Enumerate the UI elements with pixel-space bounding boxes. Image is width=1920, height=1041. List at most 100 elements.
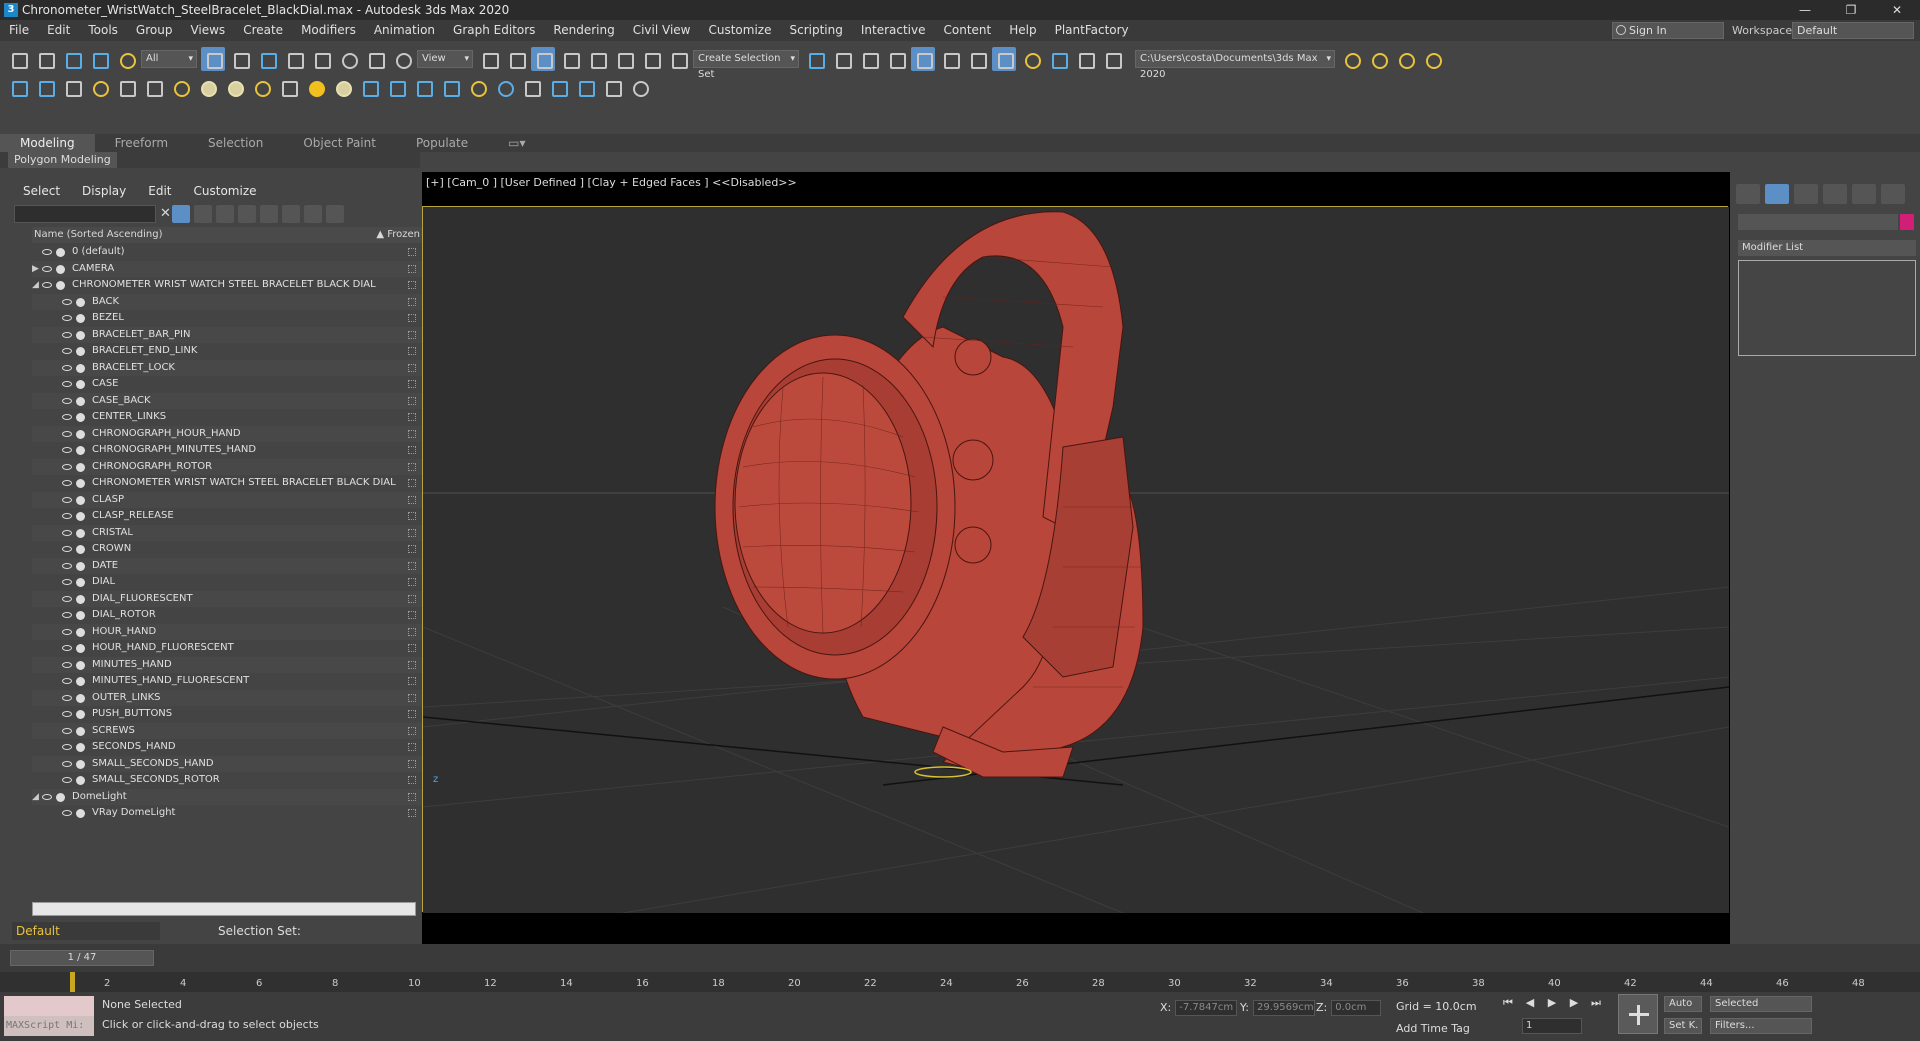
rendered-frame-window-icon[interactable] xyxy=(1046,47,1070,71)
render-production-icon[interactable] xyxy=(1073,47,1097,71)
visibility-eye-icon[interactable] xyxy=(62,678,72,684)
viewport-scene[interactable]: z xyxy=(422,207,1730,914)
freeze-toggle-icon[interactable] xyxy=(408,429,416,438)
tree-row[interactable]: CLASP xyxy=(32,491,426,508)
tree-row[interactable]: HOUR_HAND xyxy=(32,623,426,640)
vray-cone-icon[interactable] xyxy=(276,75,300,99)
visibility-eye-icon[interactable] xyxy=(62,546,72,552)
vray-ies-icon[interactable] xyxy=(114,75,138,99)
menu-help[interactable]: Help xyxy=(1000,20,1045,41)
prev-frame-icon[interactable]: ◀ xyxy=(1522,996,1538,1012)
vray-converter-icon[interactable] xyxy=(573,75,597,99)
tree-row[interactable]: HOUR_HAND_FLUORESCENT xyxy=(32,640,426,657)
tree-row[interactable]: PUSH_BUTTONS xyxy=(32,706,426,723)
freeze-toggle-icon[interactable] xyxy=(408,330,416,339)
object-color-swatch[interactable] xyxy=(1900,214,1914,230)
vray-proxy-icon[interactable] xyxy=(384,75,408,99)
visibility-eye-icon[interactable] xyxy=(62,298,72,305)
select-object-icon[interactable] xyxy=(201,47,225,71)
vray-tools-icon[interactable] xyxy=(546,75,570,99)
move-icon[interactable] xyxy=(309,47,333,71)
spinner-snap-icon[interactable] xyxy=(639,47,663,71)
edit-named-selection-icon[interactable] xyxy=(666,47,690,71)
folder-export-icon[interactable] xyxy=(1420,47,1444,71)
minimize-icon[interactable]: — xyxy=(1782,0,1828,20)
schematic-view-icon[interactable] xyxy=(965,47,989,71)
visibility-eye-icon[interactable] xyxy=(42,282,52,288)
visibility-eye-icon[interactable] xyxy=(62,694,72,701)
key-mode-select[interactable]: Selected xyxy=(1710,996,1812,1012)
add-time-tag[interactable]: Add Time Tag xyxy=(1396,1022,1470,1035)
menu-customize[interactable]: Customize xyxy=(699,20,780,41)
track-bar[interactable]: 2 4 6 8 10 12 14 16 18 20 22 24 26 28 30 32 34 36 38 40 42 44… xyxy=(0,972,1920,992)
goto-start-icon[interactable]: ⏮ xyxy=(1500,996,1516,1012)
scene-search-input[interactable] xyxy=(14,205,156,223)
freeze-toggle-icon[interactable] xyxy=(408,512,416,520)
clear-search-icon[interactable]: ✕ xyxy=(160,206,171,221)
freeze-toggle-icon[interactable] xyxy=(408,594,416,603)
visibility-eye-icon[interactable] xyxy=(62,595,72,602)
reference-coord-select[interactable]: View xyxy=(417,50,473,68)
tree-row[interactable]: CHRONOMETER WRIST WATCH STEEL BRACELET B… xyxy=(32,475,426,492)
menu-file[interactable]: File xyxy=(0,20,38,41)
tree-row[interactable]: BRACELET_BAR_PIN xyxy=(32,326,426,343)
tree-row[interactable]: VRay DomeLight xyxy=(32,805,426,822)
motion-tab-icon[interactable] xyxy=(1823,184,1847,204)
menu-group[interactable]: Group xyxy=(127,20,182,41)
app-icon[interactable]: 3 xyxy=(4,3,18,17)
freeze-toggle-icon[interactable] xyxy=(408,264,416,273)
window-crossing-icon[interactable] xyxy=(282,47,306,71)
visibility-eye-icon[interactable] xyxy=(62,645,72,651)
visibility-eye-icon[interactable] xyxy=(62,364,72,371)
unlink-icon[interactable] xyxy=(87,47,111,71)
frozen-column[interactable]: ▲ Frozen xyxy=(376,227,420,243)
freeze-toggle-icon[interactable] xyxy=(408,644,416,652)
tree-row[interactable]: ▶ CAMERA xyxy=(32,260,426,277)
vray-teapot-icon[interactable] xyxy=(249,75,273,99)
workspace-select[interactable]: Default xyxy=(1792,22,1914,39)
hierarchy-icon[interactable] xyxy=(216,205,234,223)
tree-row[interactable]: BRACELET_END_LINK xyxy=(32,343,426,360)
freeze-toggle-icon[interactable] xyxy=(408,363,416,372)
tree-row[interactable]: ◢ CHRONOMETER WRIST WATCH STEEL BRACELET … xyxy=(32,277,426,294)
modifier-stack[interactable] xyxy=(1738,260,1916,356)
tree-row[interactable]: MINUTES_HAND xyxy=(32,656,426,673)
menu-views[interactable]: Views xyxy=(181,20,234,41)
vray-sun-icon[interactable] xyxy=(303,75,327,99)
playhead[interactable] xyxy=(70,972,75,992)
menu-modifiers[interactable]: Modifiers xyxy=(292,20,365,41)
visibility-eye-icon[interactable] xyxy=(62,727,72,734)
maxscript-listener[interactable]: MAXScript Mi: xyxy=(4,996,94,1036)
expand-arrow-icon[interactable]: ◢ xyxy=(32,789,39,806)
tree-row[interactable]: DIAL_FLUORESCENT xyxy=(32,590,426,607)
selection-filter-select[interactable]: All xyxy=(141,50,197,68)
percent-snap-icon[interactable] xyxy=(612,47,636,71)
modify-tab-icon[interactable] xyxy=(1765,184,1789,204)
vray-plant-icon[interactable] xyxy=(465,75,489,99)
y-coordinate-field[interactable]: 29.9569cm xyxy=(1252,1000,1315,1016)
tree-row[interactable]: CHRONOGRAPH_HOUR_HAND xyxy=(32,425,426,442)
vray-mesh-icon[interactable] xyxy=(411,75,435,99)
x-coordinate-field[interactable]: -7.7847cm xyxy=(1175,1000,1238,1016)
light-icon[interactable] xyxy=(304,205,322,223)
visibility-eye-icon[interactable] xyxy=(62,331,72,338)
vray-frame-buffer-icon[interactable] xyxy=(33,75,57,99)
menu-animation[interactable]: Animation xyxy=(365,20,444,41)
play-icon[interactable]: ▶ xyxy=(1544,996,1560,1012)
rotate-icon[interactable] xyxy=(336,47,360,71)
visibility-eye-icon[interactable] xyxy=(62,447,72,453)
visibility-eye-icon[interactable] xyxy=(62,496,72,503)
render-setup-icon[interactable] xyxy=(1019,47,1043,71)
layer-select[interactable]: Default xyxy=(12,922,160,940)
next-frame-icon[interactable]: ▶ xyxy=(1566,996,1582,1012)
visibility-eye-icon[interactable] xyxy=(62,777,72,783)
freeze-toggle-icon[interactable] xyxy=(408,314,416,322)
freeze-toggle-icon[interactable] xyxy=(408,561,416,570)
filter-icon[interactable] xyxy=(172,205,190,223)
toggle-ribbon-icon[interactable] xyxy=(911,47,935,71)
tree-row[interactable]: DATE xyxy=(32,557,426,574)
vray-material-icon[interactable] xyxy=(492,75,516,99)
scene-menu-edit[interactable]: Edit xyxy=(137,184,182,198)
tree-row[interactable]: CLASP_RELEASE xyxy=(32,508,426,525)
vray-light-icon[interactable] xyxy=(87,75,111,99)
